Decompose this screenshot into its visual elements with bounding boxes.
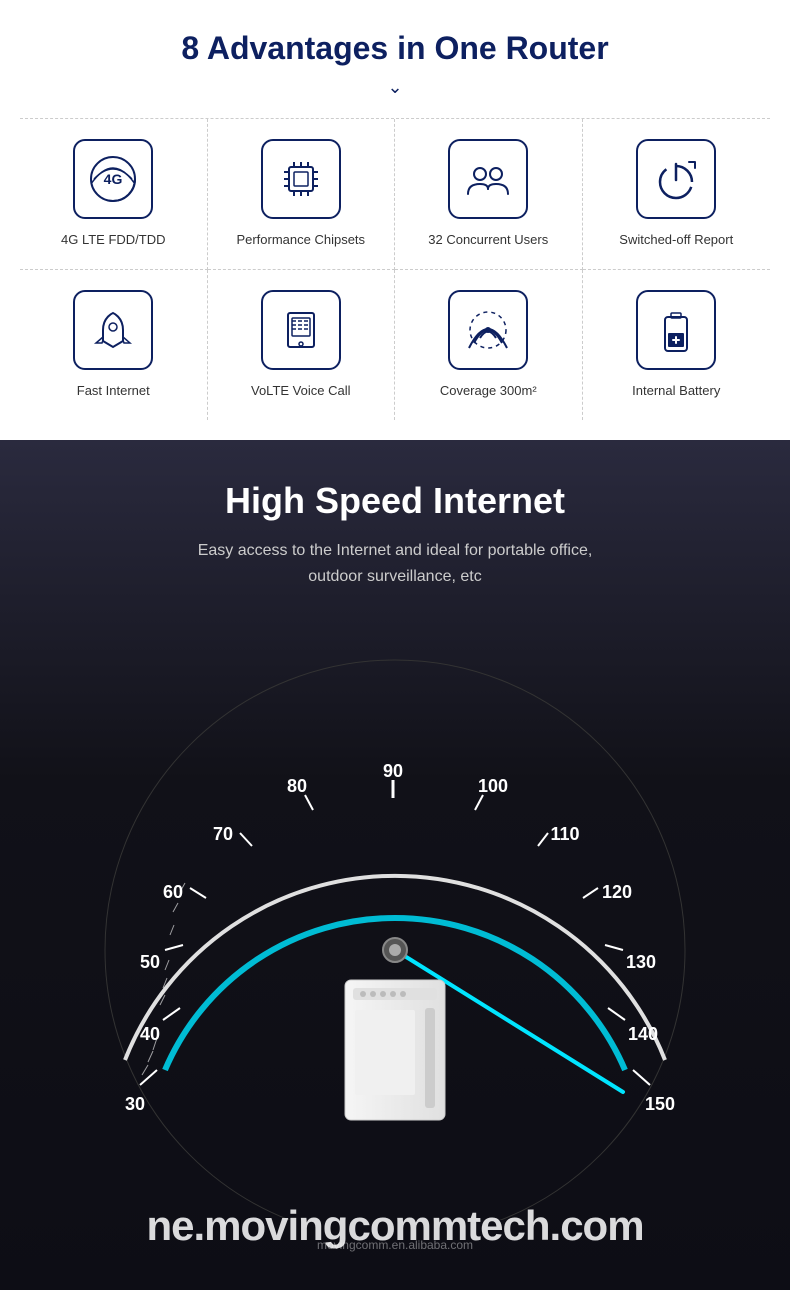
- power-icon-box: [636, 139, 716, 219]
- advantage-item-coverage: Coverage 300m²: [395, 270, 583, 420]
- svg-text:150: 150: [645, 1094, 675, 1114]
- users-icon-box: [448, 139, 528, 219]
- 4g-icon-box: 4G: [73, 139, 153, 219]
- svg-text:100: 100: [478, 776, 508, 796]
- svg-text:80: 80: [287, 776, 307, 796]
- advantage-item-users: 32 Concurrent Users: [395, 119, 583, 270]
- advantage-label-battery: Internal Battery: [632, 382, 720, 400]
- speed-subtitle-line2: outdoor surveillance, etc: [308, 568, 481, 585]
- advantage-label-volte: VoLTE Voice Call: [251, 382, 350, 400]
- speedometer: 30 40 50 60 70 80 90 100 110: [45, 620, 745, 1220]
- advantage-item-volte: VoLTE Voice Call: [208, 270, 396, 420]
- svg-text:140: 140: [628, 1024, 658, 1044]
- advantage-label-fast: Fast Internet: [77, 382, 150, 400]
- svg-text:120: 120: [602, 882, 632, 902]
- speed-subtitle: Easy access to the Internet and ideal fo…: [198, 538, 593, 589]
- advantage-label-switchedoff: Switched-off Report: [619, 231, 733, 249]
- chevron-down-icon: ⌄: [20, 77, 770, 98]
- chip-icon: [276, 154, 326, 204]
- svg-text:130: 130: [626, 952, 656, 972]
- phone-icon-box: [261, 290, 341, 370]
- battery-icon-box: [636, 290, 716, 370]
- svg-text:50: 50: [140, 952, 160, 972]
- svg-text:4G: 4G: [104, 171, 123, 187]
- phone-icon: [276, 305, 326, 355]
- advantage-label-users: 32 Concurrent Users: [428, 231, 548, 249]
- speed-section: High Speed Internet Easy access to the I…: [0, 440, 790, 1290]
- users-icon: [463, 154, 513, 204]
- advantages-section: 8 Advantages in One Router ⌄ 4G 4G LTE F…: [0, 0, 790, 440]
- speedometer-svg: 30 40 50 60 70 80 90 100 110: [45, 620, 745, 1220]
- watermark-small: movingcomm.en.alibaba.com: [317, 1238, 473, 1252]
- svg-text:40: 40: [140, 1024, 160, 1044]
- speed-subtitle-line1: Easy access to the Internet and ideal fo…: [198, 542, 593, 559]
- advantage-item-fast: Fast Internet: [20, 270, 208, 420]
- speed-title: High Speed Internet: [225, 480, 565, 522]
- advantages-grid: 4G 4G LTE FDD/TDD: [20, 118, 770, 420]
- wifi-icon: [463, 305, 513, 355]
- svg-text:90: 90: [383, 761, 403, 781]
- advantage-item-chipset: Performance Chipsets: [208, 119, 396, 270]
- battery-icon: [651, 305, 701, 355]
- power-icon: [651, 154, 701, 204]
- advantage-label-chipset: Performance Chipsets: [236, 231, 365, 249]
- 4g-icon: 4G: [88, 154, 138, 204]
- advantage-label-4g: 4G LTE FDD/TDD: [61, 231, 166, 249]
- chip-icon-box: [261, 139, 341, 219]
- rocket-icon-box: [73, 290, 153, 370]
- advantage-item-battery: Internal Battery: [583, 270, 771, 420]
- advantage-item-switchedoff: Switched-off Report: [583, 119, 771, 270]
- advantage-label-coverage: Coverage 300m²: [440, 382, 537, 400]
- rocket-icon: [88, 305, 138, 355]
- svg-text:70: 70: [213, 824, 233, 844]
- svg-text:30: 30: [125, 1094, 145, 1114]
- svg-text:110: 110: [550, 824, 579, 844]
- advantages-title: 8 Advantages in One Router: [20, 30, 770, 67]
- advantage-item-4g: 4G 4G LTE FDD/TDD: [20, 119, 208, 270]
- wifi-icon-box: [448, 290, 528, 370]
